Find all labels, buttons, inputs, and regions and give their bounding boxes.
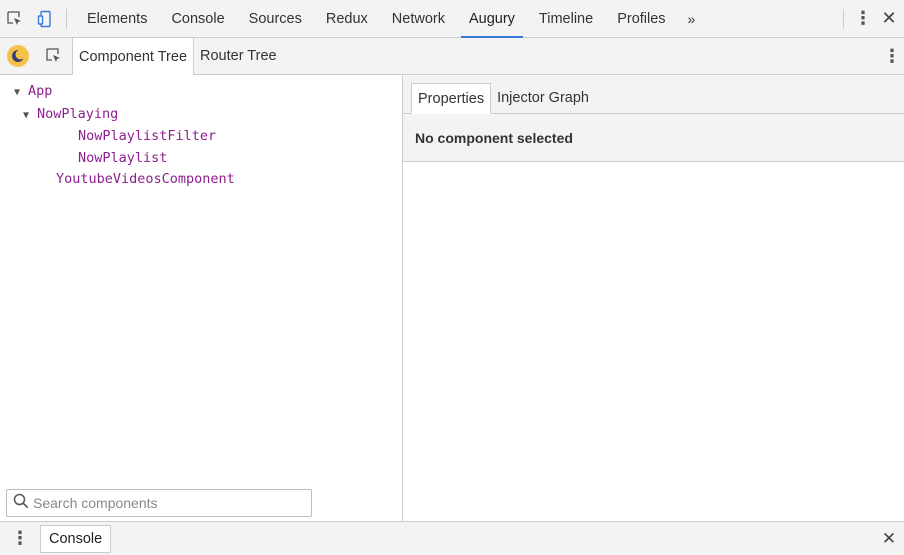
tab-console[interactable]: Console	[159, 0, 236, 38]
tab-injector-graph[interactable]: Injector Graph	[491, 82, 595, 113]
tree-node-label: NowPlaylistFilter	[78, 128, 217, 144]
tree-node-youtubevideoscomponent[interactable]: YoutubeVideosComponent	[14, 169, 235, 191]
augury-logo-icon	[7, 45, 29, 67]
component-tree: ▼ App ▼ NowPlaying NowPlaylistFilter NowPl…	[14, 81, 235, 191]
drawer-bar: ⋮ Console ✕	[0, 521, 904, 555]
augury-logo	[0, 38, 36, 74]
devtools-tab-bar: Elements Console Sources Redux Network A…	[0, 0, 904, 38]
augury-toolbar: Component Tree Router Tree ⋮	[0, 38, 904, 75]
search-components-input[interactable]	[33, 495, 303, 511]
device-toolbar-icon[interactable]	[30, 0, 60, 38]
drawer-menu-icon[interactable]: ⋮	[0, 528, 40, 549]
tab-elements[interactable]: Elements	[75, 0, 159, 38]
inspect-element-icon[interactable]	[0, 0, 30, 38]
tab-augury[interactable]: Augury	[457, 0, 527, 38]
tree-node-nowplaylistfilter[interactable]: NowPlaylistFilter	[14, 126, 235, 148]
tab-profiles[interactable]: Profiles	[605, 0, 677, 38]
tree-node-nowplaylist[interactable]: NowPlaylist	[14, 148, 235, 170]
tree-node-app[interactable]: ▼ App	[14, 81, 235, 104]
devtools-menu-icon[interactable]: ⋮	[852, 0, 874, 38]
tree-node-nowplaying[interactable]: ▼ NowPlaying	[14, 104, 235, 127]
tab-component-tree[interactable]: Component Tree	[72, 38, 195, 75]
devtools-window: Elements Console Sources Redux Network A…	[0, 0, 904, 555]
search-box	[6, 489, 312, 517]
tab-properties[interactable]: Properties	[411, 83, 492, 114]
selection-status: No component selected	[403, 114, 904, 162]
search-icon	[13, 493, 29, 514]
tab-sources[interactable]: Sources	[237, 0, 314, 38]
close-devtools-button[interactable]: ✕	[874, 0, 904, 38]
tree-node-label: NowPlaying	[37, 105, 119, 122]
tab-network[interactable]: Network	[380, 0, 457, 38]
tree-node-label: NowPlaylist	[78, 149, 168, 166]
augury-toolbar-spacer	[283, 38, 880, 74]
tab-redux[interactable]: Redux	[314, 0, 380, 38]
details-tab-bar: Properties Injector Graph	[403, 75, 904, 114]
toolbar-divider-right	[843, 8, 844, 29]
drawer-tab-console[interactable]: Console	[40, 524, 112, 553]
expand-triangle-icon[interactable]: ▼	[14, 82, 28, 104]
more-tabs-button[interactable]: »	[678, 0, 706, 38]
expand-triangle-icon[interactable]: ▼	[23, 105, 37, 127]
component-details-pane: Properties Injector Graph No component s…	[403, 75, 904, 521]
component-tree-pane: ▼ App ▼ NowPlaying NowPlaylistFilter NowPl…	[0, 75, 403, 521]
tree-node-label: YoutubeVideosComponent	[56, 171, 235, 187]
augury-menu-icon[interactable]: ⋮	[880, 38, 904, 74]
toolbar-divider	[66, 8, 67, 29]
close-drawer-button[interactable]: ✕	[874, 529, 904, 549]
tab-router-tree[interactable]: Router Tree	[194, 38, 283, 74]
tab-timeline[interactable]: Timeline	[527, 0, 605, 38]
tree-node-label: App	[28, 83, 53, 99]
select-component-icon[interactable]	[36, 38, 72, 74]
